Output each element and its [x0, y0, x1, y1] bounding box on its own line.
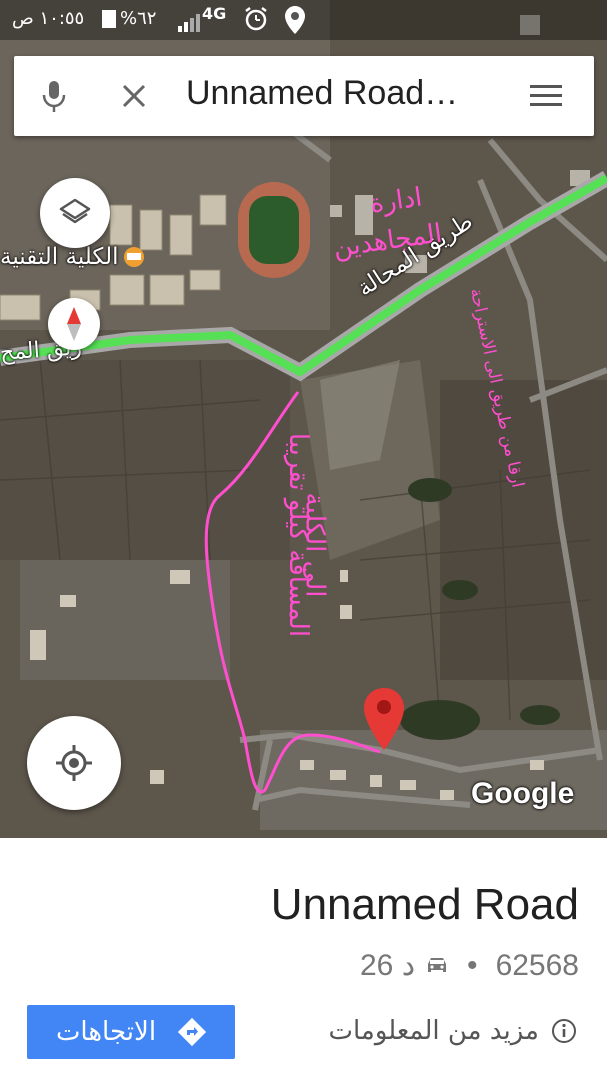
- search-query[interactable]: Unnamed Road…: [186, 74, 458, 113]
- google-logo: Google: [471, 777, 575, 810]
- college-icon: [124, 247, 145, 267]
- compass-button[interactable]: [48, 298, 100, 350]
- menu-button[interactable]: [526, 76, 566, 116]
- drive-time: 26 د: [359, 949, 416, 982]
- location-pin-icon[interactable]: [362, 686, 406, 752]
- clear-search-button[interactable]: [114, 76, 154, 116]
- signal-icon: [178, 12, 200, 32]
- directions-icon: [178, 1018, 207, 1046]
- car-icon: [425, 949, 449, 983]
- network-type: 4G: [202, 4, 227, 23]
- more-info-button[interactable]: مزيد من المعلومات: [329, 1016, 578, 1046]
- compass-icon: [67, 307, 81, 341]
- place-title: Unnamed Road: [270, 880, 579, 929]
- layers-button[interactable]: [40, 178, 110, 248]
- my-location-icon: [56, 745, 92, 781]
- more-info-label: مزيد من المعلومات: [328, 1016, 540, 1046]
- place-sheet[interactable]: Unnamed Road 26 د • 62568 الاتجاهات مزيد…: [0, 838, 607, 1080]
- status-time: ١٠:٥٥ ص: [12, 8, 85, 29]
- postal-code: 62568: [495, 948, 579, 982]
- voice-search-button[interactable]: [34, 76, 74, 116]
- directions-button[interactable]: الاتجاهات: [27, 1005, 235, 1059]
- layers-icon: [59, 198, 91, 224]
- battery-indicator: %٦٢: [102, 8, 156, 29]
- meta-separator: •: [467, 948, 478, 982]
- info-icon: [552, 1019, 576, 1043]
- hamburger-menu-icon: [530, 85, 562, 106]
- close-icon: [122, 84, 146, 108]
- battery-icon: [102, 9, 116, 28]
- status-bar: ١٠:٥٥ ص %٦٢ 4G: [0, 0, 607, 40]
- directions-label: الاتجاهات: [55, 1017, 157, 1047]
- annotation-distance-line2: الى الكلية: [299, 492, 330, 598]
- location-status-icon: [284, 5, 306, 40]
- search-bar[interactable]: Unnamed Road…: [14, 56, 594, 136]
- my-location-button[interactable]: [27, 716, 121, 810]
- microphone-icon: [42, 81, 66, 112]
- place-meta: 26 د • 62568: [360, 948, 579, 983]
- alarm-icon: [243, 6, 269, 37]
